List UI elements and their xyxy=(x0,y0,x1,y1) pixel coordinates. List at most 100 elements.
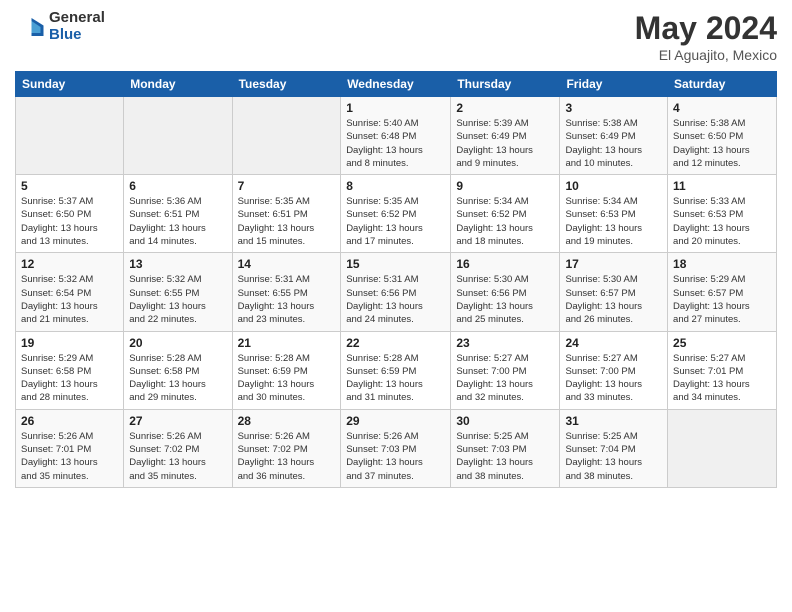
day-number: 15 xyxy=(346,257,445,271)
day-number: 25 xyxy=(673,336,771,350)
week-row: 1 Sunrise: 5:40 AM Sunset: 6:48 PM Daylig… xyxy=(16,97,777,175)
calendar-cell: 1 Sunrise: 5:40 AM Sunset: 6:48 PM Daylig… xyxy=(341,97,451,175)
col-header-saturday: Saturday xyxy=(668,72,777,97)
day-info: Sunrise: 5:27 AM Sunset: 7:00 PM Dayligh… xyxy=(565,352,662,405)
day-number: 28 xyxy=(238,414,336,428)
calendar-table: SundayMondayTuesdayWednesdayThursdayFrid… xyxy=(15,71,777,488)
day-number: 18 xyxy=(673,257,771,271)
day-info: Sunrise: 5:40 AM Sunset: 6:48 PM Dayligh… xyxy=(346,117,445,170)
col-header-wednesday: Wednesday xyxy=(341,72,451,97)
day-info: Sunrise: 5:37 AM Sunset: 6:50 PM Dayligh… xyxy=(21,195,118,248)
day-number: 21 xyxy=(238,336,336,350)
col-header-sunday: Sunday xyxy=(16,72,124,97)
calendar-cell: 6 Sunrise: 5:36 AM Sunset: 6:51 PM Daylig… xyxy=(124,175,232,253)
week-row: 26 Sunrise: 5:26 AM Sunset: 7:01 PM Dayli… xyxy=(16,409,777,487)
calendar-cell xyxy=(668,409,777,487)
day-number: 31 xyxy=(565,414,662,428)
calendar-cell: 13Sunrise: 5:32 AM Sunset: 6:55 PM Dayli… xyxy=(124,253,232,331)
day-number: 27 xyxy=(129,414,226,428)
day-number: 4 xyxy=(673,101,771,115)
day-info: Sunrise: 5:26 AM Sunset: 7:01 PM Dayligh… xyxy=(21,430,118,483)
calendar-cell: 5Sunrise: 5:37 AM Sunset: 6:50 PM Daylig… xyxy=(16,175,124,253)
day-number: 14 xyxy=(238,257,336,271)
calendar-cell: 7Sunrise: 5:35 AM Sunset: 6:51 PM Daylig… xyxy=(232,175,341,253)
calendar-cell: 9 Sunrise: 5:34 AM Sunset: 6:52 PM Daylig… xyxy=(451,175,560,253)
day-number: 23 xyxy=(456,336,554,350)
day-info: Sunrise: 5:27 AM Sunset: 7:00 PM Dayligh… xyxy=(456,352,554,405)
day-info: Sunrise: 5:25 AM Sunset: 7:04 PM Dayligh… xyxy=(565,430,662,483)
calendar-cell: 22 Sunrise: 5:28 AM Sunset: 6:59 PM Dayli… xyxy=(341,331,451,409)
day-info: Sunrise: 5:31 AM Sunset: 6:55 PM Dayligh… xyxy=(238,273,336,326)
logo-icon xyxy=(15,12,45,42)
calendar-cell: 23 Sunrise: 5:27 AM Sunset: 7:00 PM Dayli… xyxy=(451,331,560,409)
day-info: Sunrise: 5:28 AM Sunset: 6:59 PM Dayligh… xyxy=(238,352,336,405)
col-header-monday: Monday xyxy=(124,72,232,97)
calendar-cell: 10 Sunrise: 5:34 AM Sunset: 6:53 PM Dayli… xyxy=(560,175,668,253)
calendar-cell: 30 Sunrise: 5:25 AM Sunset: 7:03 PM Dayli… xyxy=(451,409,560,487)
day-number: 26 xyxy=(21,414,118,428)
day-number: 17 xyxy=(565,257,662,271)
day-number: 30 xyxy=(456,414,554,428)
day-number: 16 xyxy=(456,257,554,271)
col-header-thursday: Thursday xyxy=(451,72,560,97)
calendar-cell: 14 Sunrise: 5:31 AM Sunset: 6:55 PM Dayli… xyxy=(232,253,341,331)
day-number: 10 xyxy=(565,179,662,193)
calendar-cell: 12Sunrise: 5:32 AM Sunset: 6:54 PM Dayli… xyxy=(16,253,124,331)
calendar-cell xyxy=(124,97,232,175)
logo: General Blue xyxy=(15,10,105,43)
day-info: Sunrise: 5:33 AM Sunset: 6:53 PM Dayligh… xyxy=(673,195,771,248)
calendar-cell: 29 Sunrise: 5:26 AM Sunset: 7:03 PM Dayli… xyxy=(341,409,451,487)
day-info: Sunrise: 5:29 AM Sunset: 6:58 PM Dayligh… xyxy=(21,352,118,405)
day-number: 8 xyxy=(346,179,445,193)
logo-general: General xyxy=(49,10,105,27)
day-info: Sunrise: 5:25 AM Sunset: 7:03 PM Dayligh… xyxy=(456,430,554,483)
day-info: Sunrise: 5:39 AM Sunset: 6:49 PM Dayligh… xyxy=(456,117,554,170)
day-info: Sunrise: 5:26 AM Sunset: 7:02 PM Dayligh… xyxy=(129,430,226,483)
day-info: Sunrise: 5:36 AM Sunset: 6:51 PM Dayligh… xyxy=(129,195,226,248)
day-info: Sunrise: 5:32 AM Sunset: 6:55 PM Dayligh… xyxy=(129,273,226,326)
calendar-cell: 31 Sunrise: 5:25 AM Sunset: 7:04 PM Dayli… xyxy=(560,409,668,487)
day-info: Sunrise: 5:34 AM Sunset: 6:52 PM Dayligh… xyxy=(456,195,554,248)
day-number: 22 xyxy=(346,336,445,350)
header-row: SundayMondayTuesdayWednesdayThursdayFrid… xyxy=(16,72,777,97)
week-row: 12Sunrise: 5:32 AM Sunset: 6:54 PM Dayli… xyxy=(16,253,777,331)
day-info: Sunrise: 5:27 AM Sunset: 7:01 PM Dayligh… xyxy=(673,352,771,405)
day-number: 24 xyxy=(565,336,662,350)
day-number: 19 xyxy=(21,336,118,350)
day-number: 1 xyxy=(346,101,445,115)
calendar-cell xyxy=(16,97,124,175)
day-number: 3 xyxy=(565,101,662,115)
title-section: May 2024 El Aguajito, Mexico xyxy=(635,10,777,63)
calendar-cell: 16Sunrise: 5:30 AM Sunset: 6:56 PM Dayli… xyxy=(451,253,560,331)
day-info: Sunrise: 5:28 AM Sunset: 6:59 PM Dayligh… xyxy=(346,352,445,405)
day-info: Sunrise: 5:26 AM Sunset: 7:03 PM Dayligh… xyxy=(346,430,445,483)
week-row: 19 Sunrise: 5:29 AM Sunset: 6:58 PM Dayli… xyxy=(16,331,777,409)
day-info: Sunrise: 5:26 AM Sunset: 7:02 PM Dayligh… xyxy=(238,430,336,483)
col-header-friday: Friday xyxy=(560,72,668,97)
calendar-cell: 25 Sunrise: 5:27 AM Sunset: 7:01 PM Dayli… xyxy=(668,331,777,409)
day-info: Sunrise: 5:38 AM Sunset: 6:49 PM Dayligh… xyxy=(565,117,662,170)
calendar-cell: 17Sunrise: 5:30 AM Sunset: 6:57 PM Dayli… xyxy=(560,253,668,331)
day-info: Sunrise: 5:35 AM Sunset: 6:51 PM Dayligh… xyxy=(238,195,336,248)
day-number: 29 xyxy=(346,414,445,428)
day-number: 9 xyxy=(456,179,554,193)
calendar-cell: 20 Sunrise: 5:28 AM Sunset: 6:58 PM Dayli… xyxy=(124,331,232,409)
col-header-tuesday: Tuesday xyxy=(232,72,341,97)
calendar-cell: 3 Sunrise: 5:38 AM Sunset: 6:49 PM Daylig… xyxy=(560,97,668,175)
month-year: May 2024 xyxy=(635,10,777,47)
calendar-cell: 19 Sunrise: 5:29 AM Sunset: 6:58 PM Dayli… xyxy=(16,331,124,409)
calendar-cell: 18Sunrise: 5:29 AM Sunset: 6:57 PM Dayli… xyxy=(668,253,777,331)
day-number: 11 xyxy=(673,179,771,193)
calendar-cell xyxy=(232,97,341,175)
day-number: 20 xyxy=(129,336,226,350)
day-info: Sunrise: 5:35 AM Sunset: 6:52 PM Dayligh… xyxy=(346,195,445,248)
calendar-cell: 11 Sunrise: 5:33 AM Sunset: 6:53 PM Dayli… xyxy=(668,175,777,253)
day-number: 6 xyxy=(129,179,226,193)
calendar-cell: 2 Sunrise: 5:39 AM Sunset: 6:49 PM Daylig… xyxy=(451,97,560,175)
week-row: 5Sunrise: 5:37 AM Sunset: 6:50 PM Daylig… xyxy=(16,175,777,253)
calendar-cell: 8 Sunrise: 5:35 AM Sunset: 6:52 PM Daylig… xyxy=(341,175,451,253)
day-number: 2 xyxy=(456,101,554,115)
day-info: Sunrise: 5:28 AM Sunset: 6:58 PM Dayligh… xyxy=(129,352,226,405)
calendar-cell: 28 Sunrise: 5:26 AM Sunset: 7:02 PM Dayli… xyxy=(232,409,341,487)
day-info: Sunrise: 5:34 AM Sunset: 6:53 PM Dayligh… xyxy=(565,195,662,248)
